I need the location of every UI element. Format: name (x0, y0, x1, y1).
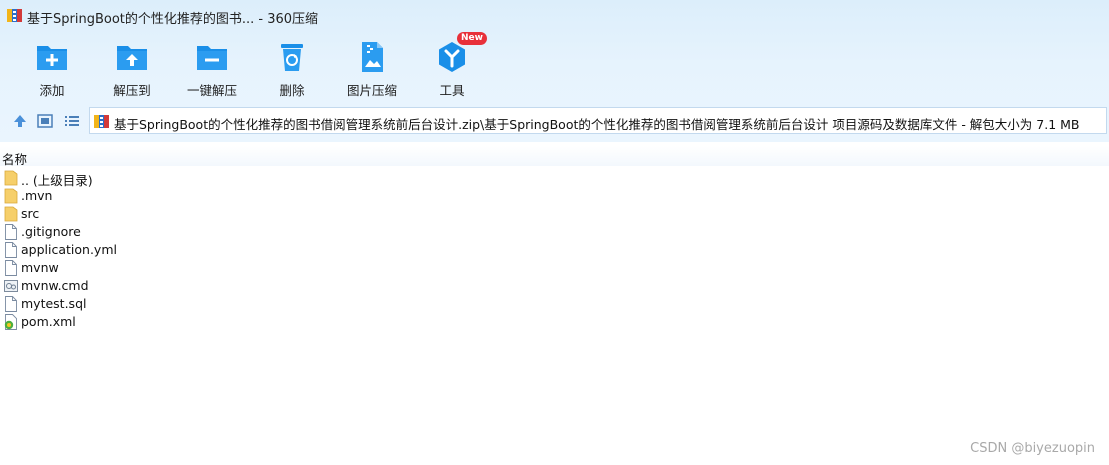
add-label: 添加 (39, 83, 65, 98)
list-item[interactable]: pom.xml (0, 313, 400, 331)
list-item[interactable]: .mvn (0, 187, 400, 205)
archive-app-icon (7, 9, 22, 22)
file-name: application.yml (21, 242, 117, 257)
list-item[interactable]: mytest.sql (0, 295, 400, 313)
file-icon (5, 260, 17, 276)
extract-to-label: 解压到 (113, 83, 151, 98)
add-button[interactable]: 添加 (14, 36, 90, 98)
file-name: src (21, 206, 40, 221)
file-icon (5, 224, 17, 240)
extract-to-icon (117, 46, 147, 70)
tools-label: 工具 (439, 83, 465, 98)
column-header: 名称 (0, 146, 1109, 168)
toolbar: 添加 解压到 一键解压 删除 图片压缩 New 工具 (0, 32, 1109, 100)
thumbnail-view-icon[interactable] (37, 113, 53, 129)
list-item-parent-dir[interactable]: .. (上级目录) (0, 169, 400, 188)
folder-icon (4, 206, 18, 222)
address-path: 基于SpringBoot的个性化推荐的图书借阅管理系统前后台设计.zip\基于S… (114, 117, 1080, 132)
cmd-file-icon (4, 280, 18, 292)
archive-icon (94, 115, 109, 128)
folder-icon (4, 170, 18, 186)
file-name: .mvn (21, 188, 53, 203)
up-arrow-icon[interactable] (12, 113, 28, 129)
file-icon (5, 296, 17, 312)
image-compress-label: 图片压缩 (346, 83, 397, 98)
list-item[interactable]: src (0, 205, 400, 223)
folder-icon (4, 188, 18, 204)
delete-icon (281, 44, 303, 71)
list-item[interactable]: .gitignore (0, 223, 400, 241)
list-item[interactable]: application.yml (0, 241, 400, 259)
address-row: 基于SpringBoot的个性化推荐的图书借阅管理系统前后台设计.zip\基于S… (0, 106, 1109, 136)
window-title: 基于SpringBoot的个性化推荐的图书... - 360压缩 (27, 12, 319, 27)
delete-button[interactable]: 删除 (254, 36, 330, 98)
extract-to-button[interactable]: 解压到 (94, 36, 170, 98)
file-name: mytest.sql (21, 296, 87, 311)
tools-button[interactable]: New 工具 (414, 32, 490, 98)
one-click-extract-button[interactable]: 一键解压 (174, 36, 250, 98)
watermark: CSDN @biyezuopin (970, 441, 1095, 456)
address-bar[interactable]: 基于SpringBoot的个性化推荐的图书借阅管理系统前后台设计.zip\基于S… (89, 107, 1107, 134)
column-name-header[interactable]: 名称 (2, 149, 27, 168)
image-compress-icon (362, 42, 383, 72)
file-list: .. (上级目录) .mvn src .gitignore applicatio… (0, 169, 400, 331)
file-icon (5, 242, 17, 258)
list-view-icon[interactable] (64, 113, 80, 129)
file-name: mvnw (21, 260, 59, 275)
image-compress-button[interactable]: 图片压缩 (334, 36, 410, 98)
one-click-extract-icon (197, 46, 227, 70)
new-badge: New (457, 32, 487, 45)
xml-file-icon (4, 314, 17, 330)
one-click-extract-label: 一键解压 (186, 83, 237, 98)
tools-icon (439, 42, 465, 72)
list-item[interactable]: mvnw (0, 259, 400, 277)
top-panel: 基于SpringBoot的个性化推荐的图书... - 360压缩 添加 解压到 (0, 0, 1109, 142)
file-name: pom.xml (21, 314, 76, 329)
title-bar: 基于SpringBoot的个性化推荐的图书... - 360压缩 (0, 0, 1109, 32)
delete-label: 删除 (279, 83, 305, 98)
add-icon (37, 46, 67, 70)
file-name: .gitignore (21, 224, 81, 239)
list-item[interactable]: mvnw.cmd (0, 277, 400, 295)
file-name: mvnw.cmd (21, 278, 89, 293)
